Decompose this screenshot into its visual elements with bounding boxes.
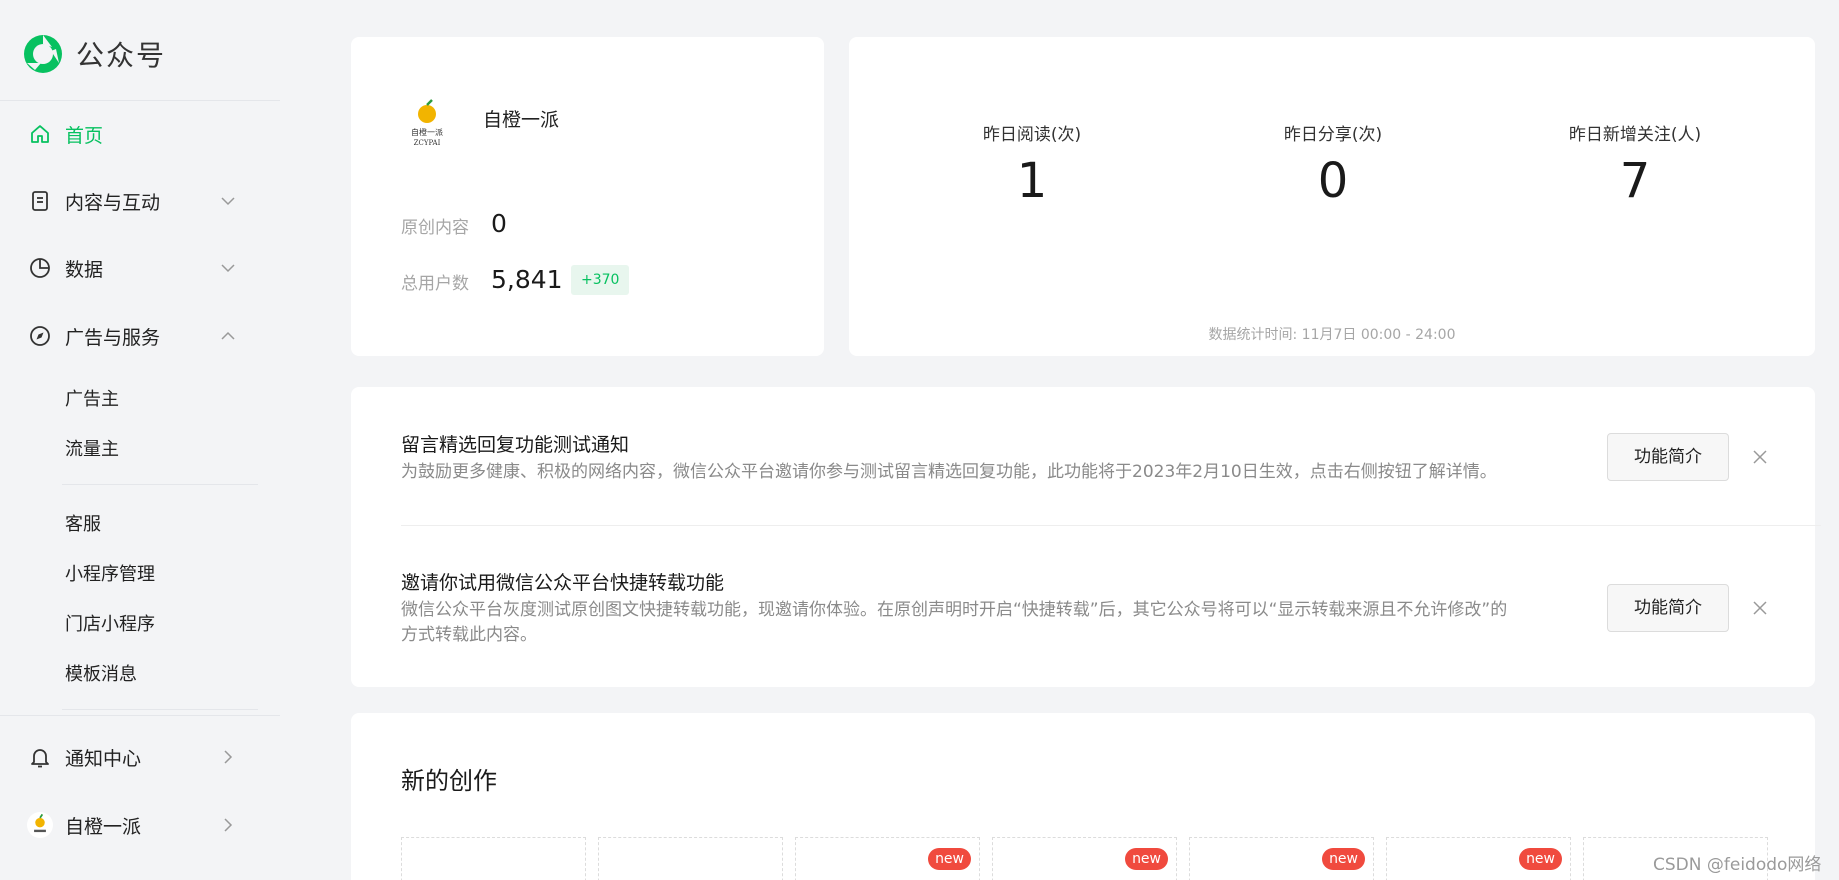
sidebar-item-label: 首页 [65, 124, 104, 147]
account-card: 自橙一派 ZCYPAI 自橙一派 原创内容 0 总用户数 5,841 +370 [351, 37, 824, 356]
total-users-value: 5,841 [491, 265, 563, 294]
compass-icon [30, 326, 50, 346]
brand-divider [0, 100, 280, 101]
create-tile[interactable] [598, 837, 783, 880]
notice-divider [401, 525, 1821, 526]
svg-text:自橙一派: 自橙一派 [411, 127, 443, 137]
sidebar-item-label: 数据 [65, 258, 104, 281]
sidebar-item-home[interactable]: 首页 [0, 112, 280, 156]
metric-label: 昨日阅读(次) [982, 125, 1082, 145]
sidebar-item-account[interactable]: 自橙一派 [0, 803, 280, 847]
chevron-right-icon [224, 750, 233, 764]
close-icon[interactable] [1749, 597, 1771, 619]
metric-reads: 昨日阅读(次) 1 [882, 120, 1182, 209]
metric-value: 7 [1619, 153, 1651, 209]
sidebar-subitem-advertiser[interactable]: 广告主 [65, 385, 119, 411]
metrics-card: 昨日阅读(次) 1 昨日分享(次) 0 昨日新增关注(人) 7 数据统计时间: … [849, 37, 1815, 356]
sidebar-item-content[interactable]: 内容与互动 [0, 179, 280, 223]
sidebar-subitem-template-message[interactable]: 模板消息 [65, 660, 137, 686]
create-tile[interactable] [401, 837, 586, 880]
avatar [27, 812, 53, 838]
metric-shares: 昨日分享(次) 0 [1183, 120, 1483, 209]
sidebar-item-label: 内容与互动 [65, 191, 161, 214]
sidebar-subitem-publisher[interactable]: 流量主 [65, 435, 119, 461]
create-section-title: 新的创作 [401, 767, 497, 795]
metric-label: 昨日分享(次) [1283, 125, 1383, 145]
metric-label: 昨日新增关注(人) [1568, 125, 1702, 145]
brand-name: 公众号 [76, 39, 167, 72]
sub-divider [62, 709, 258, 710]
bell-icon [31, 749, 49, 768]
sidebar: 公众号 首页 内容与互动 数据 广告与服务 广告主 流量主 客服 小程序管理 门… [0, 0, 280, 880]
chevron-right-icon [224, 818, 233, 832]
original-content-value: 0 [491, 209, 507, 238]
wechat-mp-logo-icon [24, 35, 62, 73]
chevron-up-icon [221, 331, 235, 340]
document-icon [32, 191, 48, 211]
side-divider [0, 715, 280, 716]
notice-description: 为鼓励更多健康、积极的网络内容，微信公众平台邀请你参与测试留言精选回复功能，此功… [401, 462, 1497, 482]
feature-intro-button[interactable]: 功能简介 [1607, 433, 1729, 481]
home-icon [31, 125, 49, 143]
account-avatar[interactable]: 自橙一派 ZCYPAI [401, 97, 453, 149]
create-tile[interactable]: new [992, 837, 1177, 880]
new-badge: new [1125, 848, 1168, 870]
feature-intro-button[interactable]: 功能简介 [1607, 584, 1729, 632]
create-card: 新的创作 new new new new [351, 713, 1815, 880]
sidebar-subitem-customer-service[interactable]: 客服 [65, 510, 101, 536]
notice-description: 微信公众平台灰度测试原创图文快捷转载功能，现邀请你体验。在原创声明时开启“快捷转… [401, 600, 1508, 645]
create-tile[interactable]: new [1386, 837, 1571, 880]
new-badge: new [1519, 848, 1562, 870]
sidebar-item-label: 通知中心 [65, 747, 142, 770]
metric-value: 0 [1317, 153, 1349, 209]
pie-chart-icon [30, 258, 50, 278]
sidebar-subitem-store-miniprogram[interactable]: 门店小程序 [65, 610, 155, 636]
sidebar-item-notifications[interactable]: 通知中心 [0, 735, 280, 779]
new-badge: new [1322, 848, 1365, 870]
sidebar-item-data[interactable]: 数据 [0, 246, 280, 290]
close-icon[interactable] [1749, 446, 1771, 468]
create-tile[interactable]: new [1189, 837, 1374, 880]
notice-title: 邀请你试用微信公众平台快捷转载功能 [401, 572, 725, 594]
chevron-down-icon [221, 264, 235, 273]
new-badge: new [928, 848, 971, 870]
metric-value: 1 [1016, 153, 1048, 209]
sidebar-item-label: 自橙一派 [65, 815, 142, 838]
chevron-down-icon [221, 197, 235, 206]
sidebar-item-label: 广告与服务 [65, 326, 161, 349]
svg-text:ZCYPAI: ZCYPAI [414, 139, 441, 147]
sidebar-subitem-miniprogram[interactable]: 小程序管理 [65, 560, 155, 586]
notices-card: 留言精选回复功能测试通知 为鼓励更多健康、积极的网络内容，微信公众平台邀请你参与… [351, 387, 1821, 687]
stats-time-note: 数据统计时间: 11月7日 00:00 - 24:00 [1208, 327, 1456, 343]
metric-new-followers: 昨日新增关注(人) 7 [1485, 120, 1785, 209]
sub-divider [62, 484, 258, 485]
account-name: 自橙一派 [483, 109, 560, 131]
sidebar-item-ads-services[interactable]: 广告与服务 [0, 314, 280, 358]
create-tile[interactable]: new [795, 837, 980, 880]
brand[interactable]: 公众号 [22, 33, 166, 75]
users-delta-badge: +370 [571, 265, 630, 295]
total-users-label: 总用户数 [401, 274, 469, 294]
watermark: CSDN @feidodo网络 [1653, 855, 1822, 875]
notice-title: 留言精选回复功能测试通知 [401, 434, 630, 456]
original-content-label: 原创内容 [401, 218, 469, 238]
